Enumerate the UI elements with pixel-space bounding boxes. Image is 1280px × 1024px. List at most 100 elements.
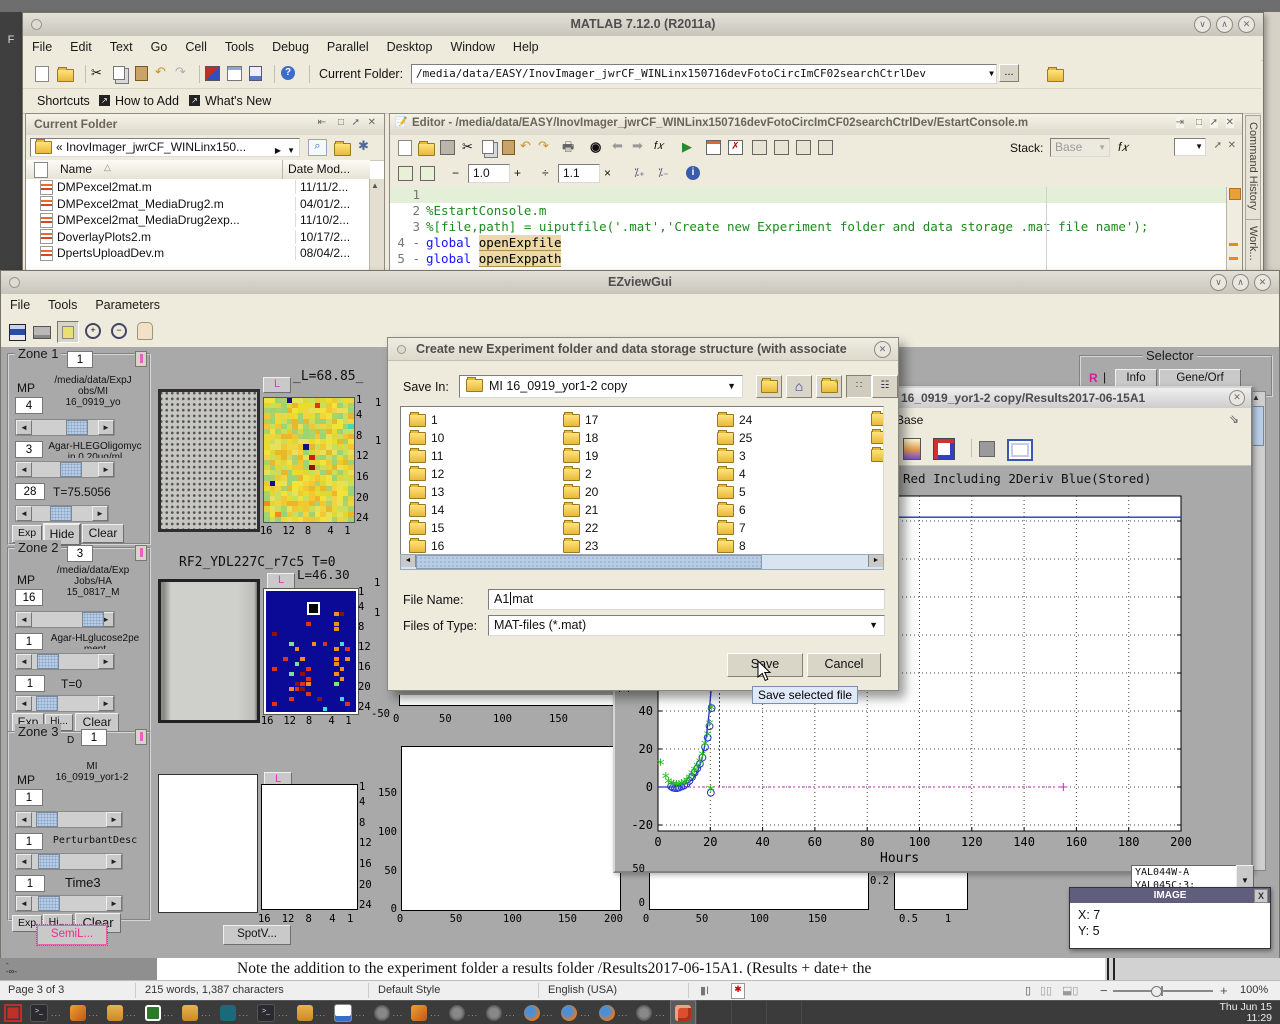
files-of-type-combo[interactable]: MAT-files (*.mat) ▼ [488,615,885,636]
taskbar-item-matlab[interactable]: ... [66,1001,104,1024]
shortcut-how-to-add[interactable]: How to Add [115,94,179,108]
taskbar-item-writer[interactable]: ... [330,1001,370,1024]
increase-button[interactable]: + [514,166,521,180]
cell-value-1[interactable]: 1.0 [468,164,510,183]
taskbar-item-app-circle[interactable]: ... [482,1001,520,1024]
file-name-input[interactable]: A1mat [488,589,885,610]
zone-1-time-field[interactable] [15,483,45,500]
home-button[interactable]: ⌂ [786,375,812,398]
taskbar-item-folder[interactable]: ... [293,1001,331,1024]
divide-button[interactable]: ÷ [542,166,549,180]
zone-2-media-field[interactable] [15,633,43,650]
zone-2-l-button[interactable]: L [267,573,295,589]
expand-icon[interactable]: ⇘ [1229,412,1239,426]
copy-icon[interactable] [482,140,494,154]
current-folder-combo[interactable]: /media/data/EASY/InovImager_jwrCF_WINLin… [411,64,997,84]
folder-item-partial[interactable] [871,413,884,426]
folder-list[interactable]: 1101112131415161718192202122232425345678 [400,406,884,570]
close-panel-icon[interactable]: ✕ [1228,140,1236,151]
taskbar-item-firefox[interactable]: ... [595,1001,633,1024]
zoom-slider[interactable] [1113,990,1213,992]
menu-edit[interactable]: Edit [61,36,101,57]
menu-parameters[interactable]: Parameters [86,294,169,315]
zone-1-time-slider[interactable]: ◄► [15,505,109,522]
new-file-icon[interactable] [35,66,49,82]
decrease-button[interactable]: − [452,166,459,180]
folder-item-23[interactable]: 23 [563,539,598,553]
dialog-titlebar[interactable]: Create new Experiment folder and data st… [388,338,898,361]
folder-item-2[interactable]: 2 [563,467,592,481]
file-row[interactable]: DMPexcel2mat_MediaDrug2exp...11/10/2... [26,212,370,229]
zoom-in-icon[interactable]: + [85,323,101,339]
ezview-titlebar[interactable]: EZviewGui ∨ ∧ ✕ [1,271,1279,295]
menu-window[interactable]: Window [441,36,503,57]
zone-1-heatmap[interactable] [263,397,355,523]
up-folder-icon[interactable] [1047,69,1064,82]
zone-3-empty-heatmap[interactable] [261,784,358,910]
taskbar-item-folder[interactable]: ... [178,1001,216,1024]
guide-icon[interactable] [227,66,242,81]
zone-3-media-slider[interactable]: ◄► [15,853,123,870]
editor-scrollbar[interactable] [1226,187,1242,270]
close-button[interactable]: ✕ [1229,390,1245,406]
fx-icon[interactable]: f𝑥 [654,140,663,153]
cell-next-icon[interactable] [774,140,789,155]
zone-3-mp-field[interactable] [15,789,43,806]
folder-item-19[interactable]: 19 [563,449,598,463]
code-line[interactable]: 2%EstartConsole.m [390,203,1227,219]
gray-square-icon[interactable] [979,441,995,457]
zone-1-mp-field[interactable] [15,397,43,414]
folder-item-4[interactable]: 4 [717,467,746,481]
menu-parallel[interactable]: Parallel [318,36,378,57]
book-view-icon[interactable]: ⬓▯ [1062,984,1078,997]
menu-go[interactable]: Go [142,36,177,57]
print-icon[interactable] [33,326,51,339]
code-line[interactable]: 5 -global openExppath [390,251,1227,267]
menu-file[interactable]: File [23,36,61,57]
taskbar-item-folder[interactable]: ... [103,1001,141,1024]
search-icon[interactable]: ⌕ [308,139,327,156]
paste-icon[interactable] [502,140,515,155]
folder-item-22[interactable]: 22 [563,521,598,535]
menu-file[interactable]: File [1,294,39,315]
multiply-button[interactable]: × [604,166,611,180]
folder-item-24[interactable]: 24 [717,413,752,427]
help-icon[interactable]: ? [281,66,295,80]
zone-3-mp-slider[interactable]: ◄► [15,811,123,828]
forward-icon[interactable]: ➡ [632,139,643,153]
zone-2-mp-field[interactable] [15,589,43,606]
print-icon[interactable]: 🖶 [562,140,574,154]
doc-split-combo[interactable]: ▼ [1174,138,1206,156]
folder-item-25[interactable]: 25 [717,431,752,445]
folder-item-partial[interactable] [871,431,884,444]
close-button[interactable]: ✕ [874,341,891,358]
col-name[interactable]: Name [60,162,92,176]
zoom-out-button[interactable]: − [1100,983,1108,998]
multi-page-view-icon[interactable]: ▯▯ [1040,984,1052,997]
zone-2-time-field[interactable] [15,675,45,692]
zoom-out-icon[interactable]: − [111,323,127,339]
legend-icon[interactable] [933,438,955,460]
taskbar-item-app-circle[interactable]: ... [445,1001,483,1024]
page-count[interactable]: Page 3 of 3 [8,984,64,996]
editor-code[interactable]: 12%EstartConsole.m3%[file,path] = uiputf… [390,187,1227,270]
zone-2-number-field[interactable] [67,545,93,562]
close-button[interactable]: ✕ [1238,16,1255,33]
col-date[interactable]: Date Mod... [288,162,350,176]
folder-item-10[interactable]: 10 [409,431,444,445]
folder-item-21[interactable]: 21 [563,503,598,517]
folder-item-11[interactable]: 11 [409,449,443,463]
zone-2-heatmap[interactable] [264,589,358,714]
breadcrumb-drop-icon[interactable]: ▼ [287,142,295,157]
taskbar-item-calc[interactable]: ... [141,1001,179,1024]
zone-1-clear-button[interactable]: Clear [82,524,124,543]
save-in-combo[interactable]: MI 16_0919_yor1-2 copy ▼ [459,375,743,398]
paste-icon[interactable] [135,66,148,81]
folder-list-hscrollbar[interactable]: ◄ ► [400,554,884,570]
open-file-icon[interactable] [418,143,435,156]
detail-view-button[interactable]: ☷ [872,375,898,398]
stack-combo[interactable]: Base ▼ [1050,138,1110,157]
menu-text[interactable]: Text [101,36,142,57]
zone-1-number-field[interactable] [67,351,93,368]
zone-3-time-slider[interactable]: ◄► [15,895,123,912]
